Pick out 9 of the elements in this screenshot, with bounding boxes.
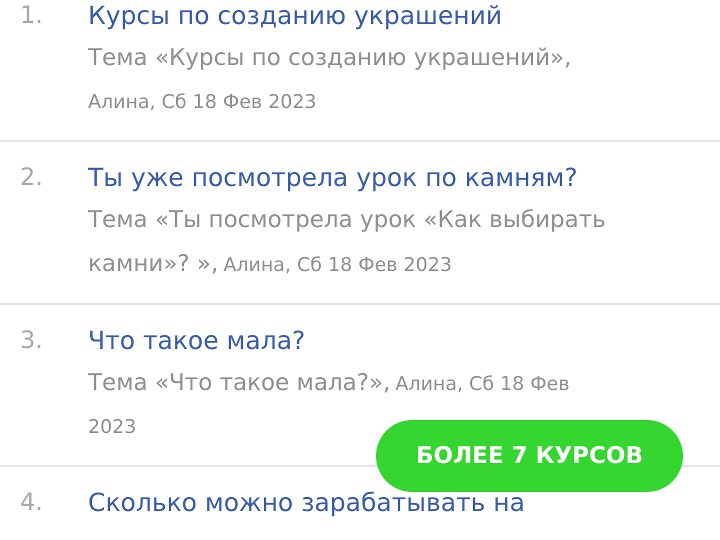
topic-link[interactable]: Что такое мала? <box>88 319 306 362</box>
topic-meta-text: Тема «Ты посмотрела урок «Как выбирать камни»? », Алина, Сб 18 Фев 2023 <box>88 206 607 279</box>
item-number: 4. <box>20 487 44 518</box>
topic-link[interactable]: Ты уже посмотрела урок по камням? <box>88 156 578 199</box>
topic-link[interactable]: Курсы по созданию украшений <box>88 0 502 37</box>
item-number: 3. <box>20 325 44 356</box>
topic-meta-text: Тема «Курсы по созданию украшений», Алина, Сб 18 Фев 2023 <box>88 44 572 115</box>
item-number: 2. <box>20 162 44 193</box>
item-number: 1. <box>20 0 44 31</box>
